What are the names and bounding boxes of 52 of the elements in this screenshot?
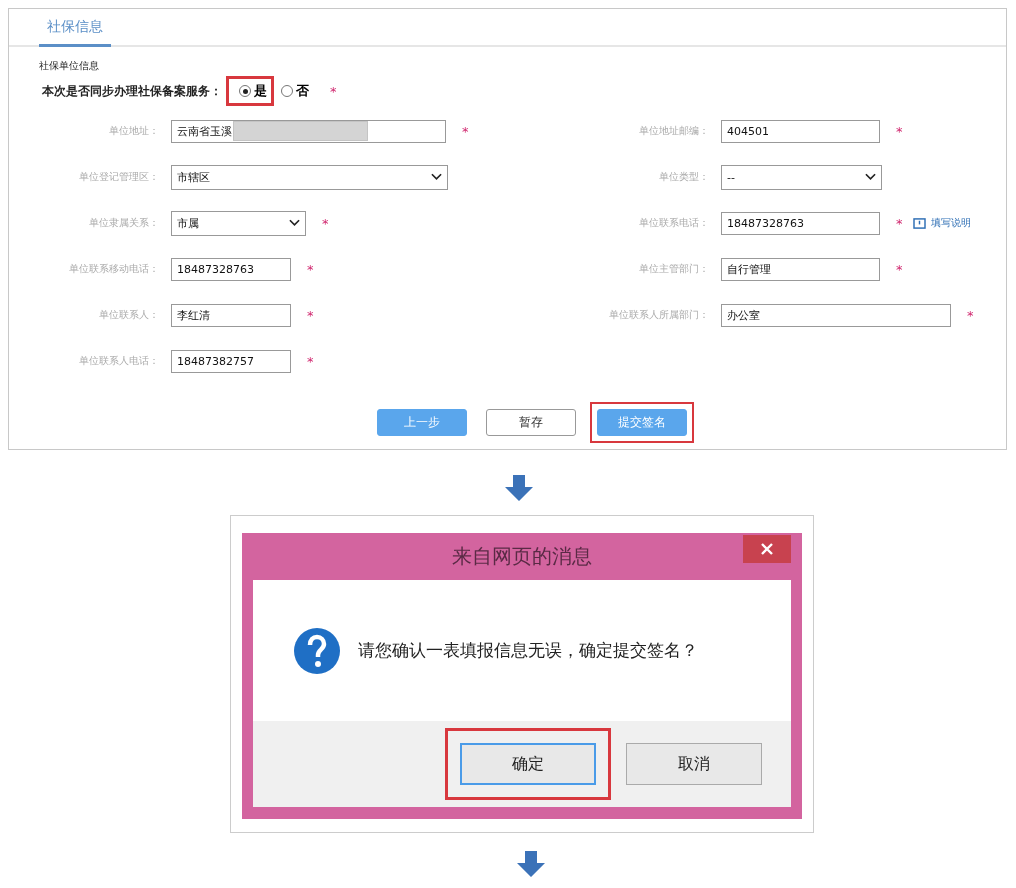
- required-mark: *: [307, 353, 314, 369]
- radio-option[interactable]: 否: [274, 76, 316, 106]
- dialog-title: 来自网页的消息: [452, 543, 592, 570]
- down-arrow-icon: [517, 851, 545, 877]
- field-label: 单位隶属关系：: [88, 216, 160, 230]
- book-icon: [912, 217, 926, 229]
- input-field[interactable]: 云南省玉溪: [171, 119, 446, 143]
- chevron-icon: [289, 219, 300, 227]
- question-label: 本次是否同步办理社保备案服务：: [42, 82, 222, 100]
- field-label: 单位联系人电话：: [78, 354, 160, 368]
- section-title: 社保单位信息: [39, 59, 100, 73]
- input-field[interactable]: 404501: [721, 119, 880, 143]
- required-mark: *: [896, 123, 903, 139]
- dropdown[interactable]: 市属: [171, 210, 306, 236]
- field-label: 单位联系电话：: [638, 216, 710, 230]
- required-mark: *: [967, 307, 974, 323]
- tab[interactable]: 社保信息: [39, 18, 111, 47]
- required-mark: *: [896, 261, 903, 277]
- dropdown[interactable]: 市辖区: [171, 164, 448, 190]
- field-label: 单位联系人：: [98, 308, 160, 322]
- form-button[interactable]: 暂存: [485, 409, 576, 436]
- input-field[interactable]: 自行管理: [721, 257, 880, 281]
- required-mark: *: [462, 123, 469, 139]
- required-mark: *: [307, 261, 314, 277]
- dialog-button[interactable]: 确定: [460, 743, 596, 785]
- close-icon: [761, 543, 773, 555]
- field-label: 单位主管部门：: [638, 262, 710, 276]
- field-label: 单位类型：: [658, 170, 710, 184]
- required-mark: *: [330, 83, 337, 99]
- field-label: 单位地址邮编：: [638, 124, 710, 138]
- dialog-button[interactable]: 取消: [626, 743, 762, 785]
- dialog-message: 请您确认一表填报信息无误，确定提交签名？: [358, 639, 698, 662]
- field-label: 单位登记管理区：: [78, 170, 160, 184]
- field-label: 单位联系移动电话：: [68, 262, 160, 276]
- close-button[interactable]: [743, 535, 791, 563]
- required-mark: *: [322, 215, 329, 231]
- required-mark: *: [307, 307, 314, 323]
- question-icon: [294, 627, 340, 674]
- input-field[interactable]: 18487328763: [721, 211, 880, 235]
- down-arrow-icon: [505, 475, 533, 501]
- radio-option[interactable]: 是: [226, 76, 274, 106]
- field-label: 单位联系人所属部门：: [608, 308, 710, 322]
- input-field[interactable]: 办公室: [721, 303, 951, 327]
- chevron-icon: [431, 173, 442, 181]
- chevron-icon: [865, 173, 876, 181]
- field-label: 单位地址：: [108, 124, 160, 138]
- required-mark: *: [896, 215, 903, 231]
- input-field[interactable]: 18487382757: [171, 349, 291, 373]
- input-field[interactable]: 李红清: [171, 303, 291, 327]
- help-link[interactable]: 填写说明: [912, 216, 971, 230]
- input-field[interactable]: 18487328763: [171, 257, 291, 281]
- dropdown[interactable]: --: [721, 164, 882, 190]
